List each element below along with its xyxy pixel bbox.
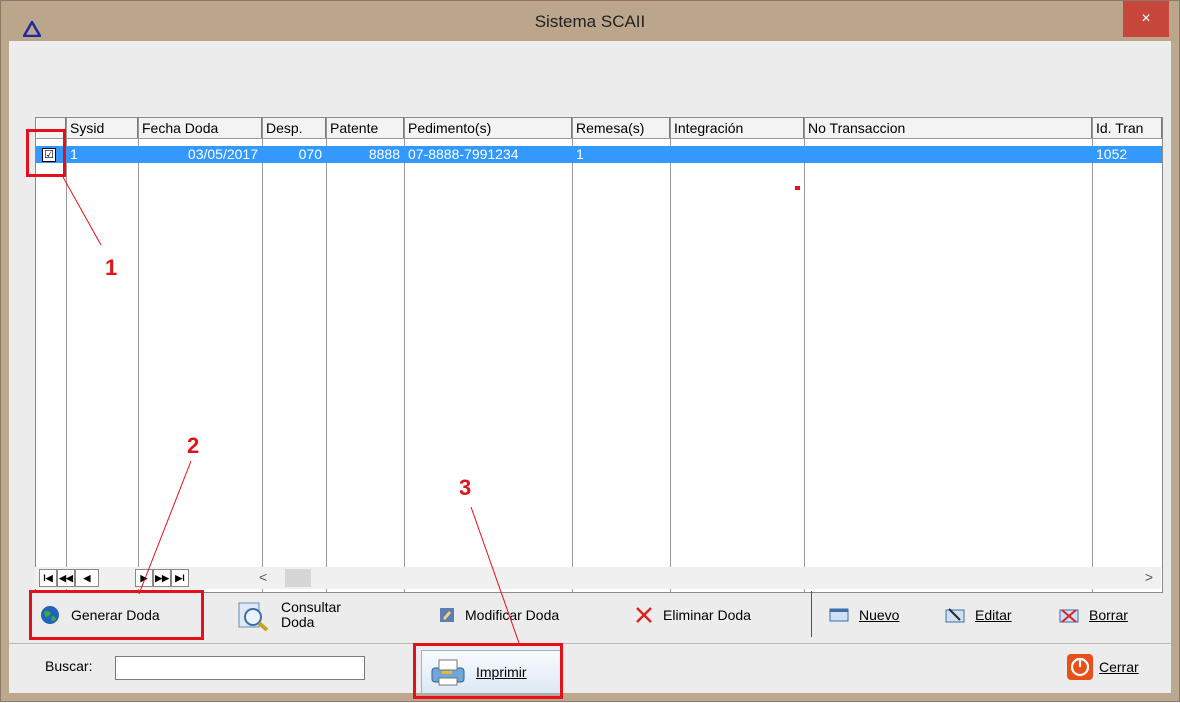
annotation-number-1: 1 <box>105 255 118 280</box>
app-window: Sistema SCAII × Sysid Fecha Doda Desp. P… <box>0 0 1180 702</box>
annotation-number-2: 2 <box>187 433 200 458</box>
annotation-lines <box>62 176 520 644</box>
annotation-number-3: 3 <box>459 475 472 500</box>
